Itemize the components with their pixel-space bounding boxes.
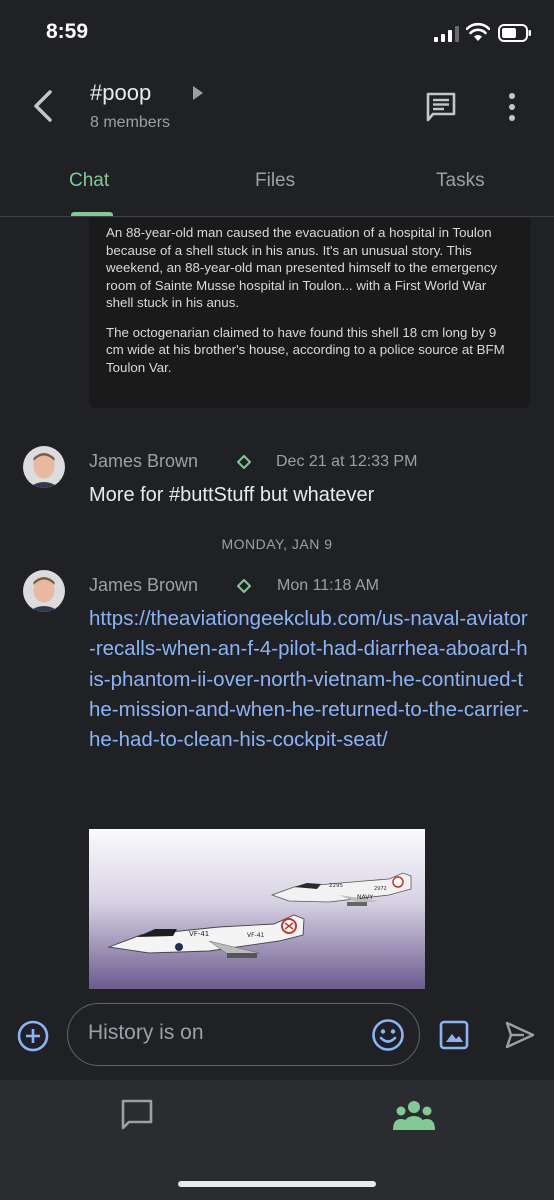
preview-label: NAVY (357, 894, 373, 901)
preview-label: VF-41 (189, 930, 209, 938)
member-count[interactable]: 8 members (90, 114, 170, 132)
message-timestamp: Dec 21 at 12:33 PM (276, 453, 418, 470)
message-icon[interactable] (424, 90, 458, 124)
sender-name[interactable]: James Brown (89, 451, 198, 472)
image-icon[interactable] (439, 1019, 469, 1051)
wifi-icon (466, 22, 490, 41)
message-link[interactable]: https://theaviationgeekclub.com/us-naval… (89, 604, 529, 755)
tab-chat[interactable]: Chat (69, 170, 109, 192)
date-separator: MONDAY, JAN 9 (221, 536, 333, 552)
link-preview-image[interactable]: 2295 2972 NAVY VF-41 VF-41 (89, 829, 425, 989)
tab-files[interactable]: Files (255, 170, 295, 192)
signal-icon (434, 26, 459, 42)
article-paragraph: An 88-year-old man caused the evacuation… (106, 225, 497, 310)
emoji-icon[interactable] (371, 1018, 405, 1052)
article-screenshot[interactable]: An 88-year-old man caused the evacuation… (89, 218, 530, 408)
preview-label: 2972 (374, 886, 387, 892)
message-input-placeholder[interactable]: History is on (88, 1021, 204, 1045)
battery-icon (498, 24, 531, 42)
article-paragraph: The octogenarian claimed to have found t… (106, 324, 505, 375)
avatar[interactable] (23, 446, 65, 488)
verified-diamond-icon (237, 579, 251, 593)
back-arrow-icon[interactable] (28, 86, 56, 126)
preview-label: 2295 (329, 883, 343, 889)
add-icon[interactable] (17, 1020, 49, 1052)
sender-name[interactable]: James Brown (89, 575, 198, 596)
message-text: More for #buttStuff but whatever (89, 484, 375, 506)
message-timestamp: Mon 11:18 AM (277, 577, 379, 594)
tab-divider (0, 216, 554, 217)
avatar[interactable] (23, 570, 65, 612)
preview-label: VF-41 (247, 932, 265, 939)
verified-diamond-icon (237, 455, 251, 469)
chat-nav-icon[interactable] (120, 1098, 154, 1130)
people-nav-icon[interactable] (393, 1100, 435, 1130)
more-vert-icon[interactable] (505, 92, 519, 122)
home-indicator[interactable] (178, 1181, 376, 1187)
space-title[interactable]: #poop (90, 80, 151, 106)
send-icon[interactable] (504, 1020, 536, 1050)
tab-tasks[interactable]: Tasks (436, 170, 485, 192)
status-time: 8:59 (46, 20, 89, 43)
expand-arrow-icon[interactable] (192, 86, 204, 100)
